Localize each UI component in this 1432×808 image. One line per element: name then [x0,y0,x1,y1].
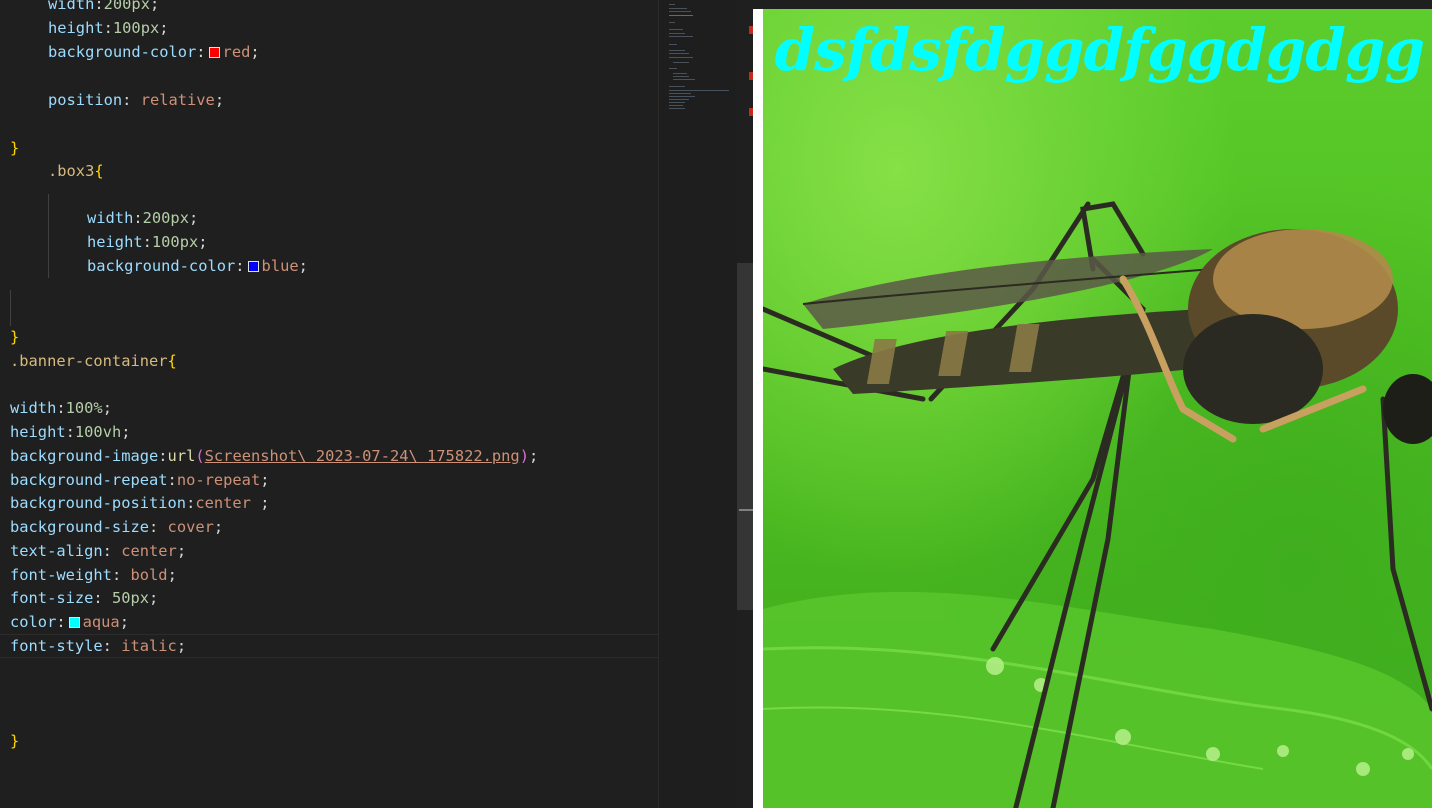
css-property: font-style [10,637,103,655]
css-property: background-color [87,257,236,275]
code-line[interactable]: height:100px; [87,230,208,254]
code-line[interactable]: height:100px; [48,16,169,40]
css-value: center [195,494,261,512]
code-line[interactable]: background-position:center ; [10,491,270,515]
css-selector: .box3 [48,162,95,180]
css-value: red [222,43,251,61]
css-property: width [48,0,95,13]
css-property: background-image [10,447,159,465]
banner-container: dsfdsfdggdfggdgdgg [763,9,1432,808]
css-value: aqua [82,613,120,631]
closing-brace: } [10,328,20,346]
code-line[interactable]: height:100vh; [10,420,131,444]
code-line[interactable]: } [10,729,19,753]
css-property: font-size [10,589,94,607]
image-path-link[interactable]: Screenshot\ 2023-07-24\ 175822.png [205,447,520,465]
code-line[interactable]: width:200px; [87,206,198,230]
preview-page: dsfdsfdggdfggdgdgg [753,9,1432,808]
css-value: no-repeat [176,471,261,489]
css-property: width [10,399,57,417]
code-line[interactable]: width:200px; [48,0,159,16]
indent-guide [10,290,11,326]
css-value: italic [111,637,177,655]
code-line[interactable]: background-image:url(Screenshot\ 2023-07… [10,444,538,468]
css-property: background-repeat [10,471,168,489]
css-property: height [10,423,66,441]
css-value: bold [121,566,168,584]
css-property: color [10,613,57,631]
code-line[interactable]: color: aqua; [10,610,129,634]
code-line[interactable]: background-color: blue; [87,254,308,278]
color-swatch-aqua[interactable] [68,617,80,628]
css-property: height [48,19,104,37]
browser-preview[interactable]: dsfdsfdggdfggdgdgg [753,0,1432,808]
closing-brace: } [10,732,20,750]
closing-brace: } [10,139,20,157]
code-line[interactable]: text-align: center; [10,539,186,563]
css-property: width [87,209,134,227]
code-line[interactable]: .box3{ [48,159,104,183]
indent-guide [48,194,49,278]
css-property: background-size [10,518,149,536]
code-line[interactable]: font-size: 50px; [10,586,158,610]
css-function: url [167,447,196,465]
minimap[interactable] [658,0,739,808]
css-property: background-color [48,43,197,61]
code-line[interactable]: position: relative; [48,88,224,112]
css-value: 100% [65,399,103,417]
code-line[interactable]: } [10,136,19,160]
css-value: center [111,542,177,560]
color-swatch-blue[interactable] [247,261,259,272]
code-line[interactable]: background-size: cover; [10,515,223,539]
css-property: font-weight [10,566,112,584]
code-line[interactable]: font-weight: bold; [10,563,177,587]
css-property: text-align [10,542,103,560]
code-line[interactable]: font-style: italic; [10,634,186,658]
css-property: position [48,91,123,109]
code-line[interactable]: width:100%; [10,396,112,420]
mosquito-image [763,201,1432,808]
code-editor[interactable]: width:200px; height:100px; background-co… [0,0,658,808]
css-value: 100px [151,233,199,251]
css-value: cover [158,518,214,536]
cursor-position-marker [739,509,753,511]
scrollbar-thumb[interactable] [737,263,753,610]
css-value: 50px [102,589,150,607]
css-value: 200px [103,0,150,13]
code-line[interactable]: background-repeat:no-repeat; [10,468,270,492]
css-property: height [87,233,143,251]
css-value: 100px [112,19,160,37]
code-line[interactable]: } [10,325,19,349]
css-selector: .banner-container [10,352,168,370]
banner-heading: dsfdsfdggdfggdgdgg [774,16,1425,84]
css-value: relative [140,91,215,109]
css-property: background-position [10,494,187,512]
css-value: blue [261,257,299,275]
code-line[interactable]: background-color: red; [48,40,260,64]
code-line[interactable]: .banner-container{ [10,349,177,373]
css-value: 100vh [74,423,122,441]
color-swatch-red[interactable] [208,47,220,58]
css-value: 200px [142,209,189,227]
